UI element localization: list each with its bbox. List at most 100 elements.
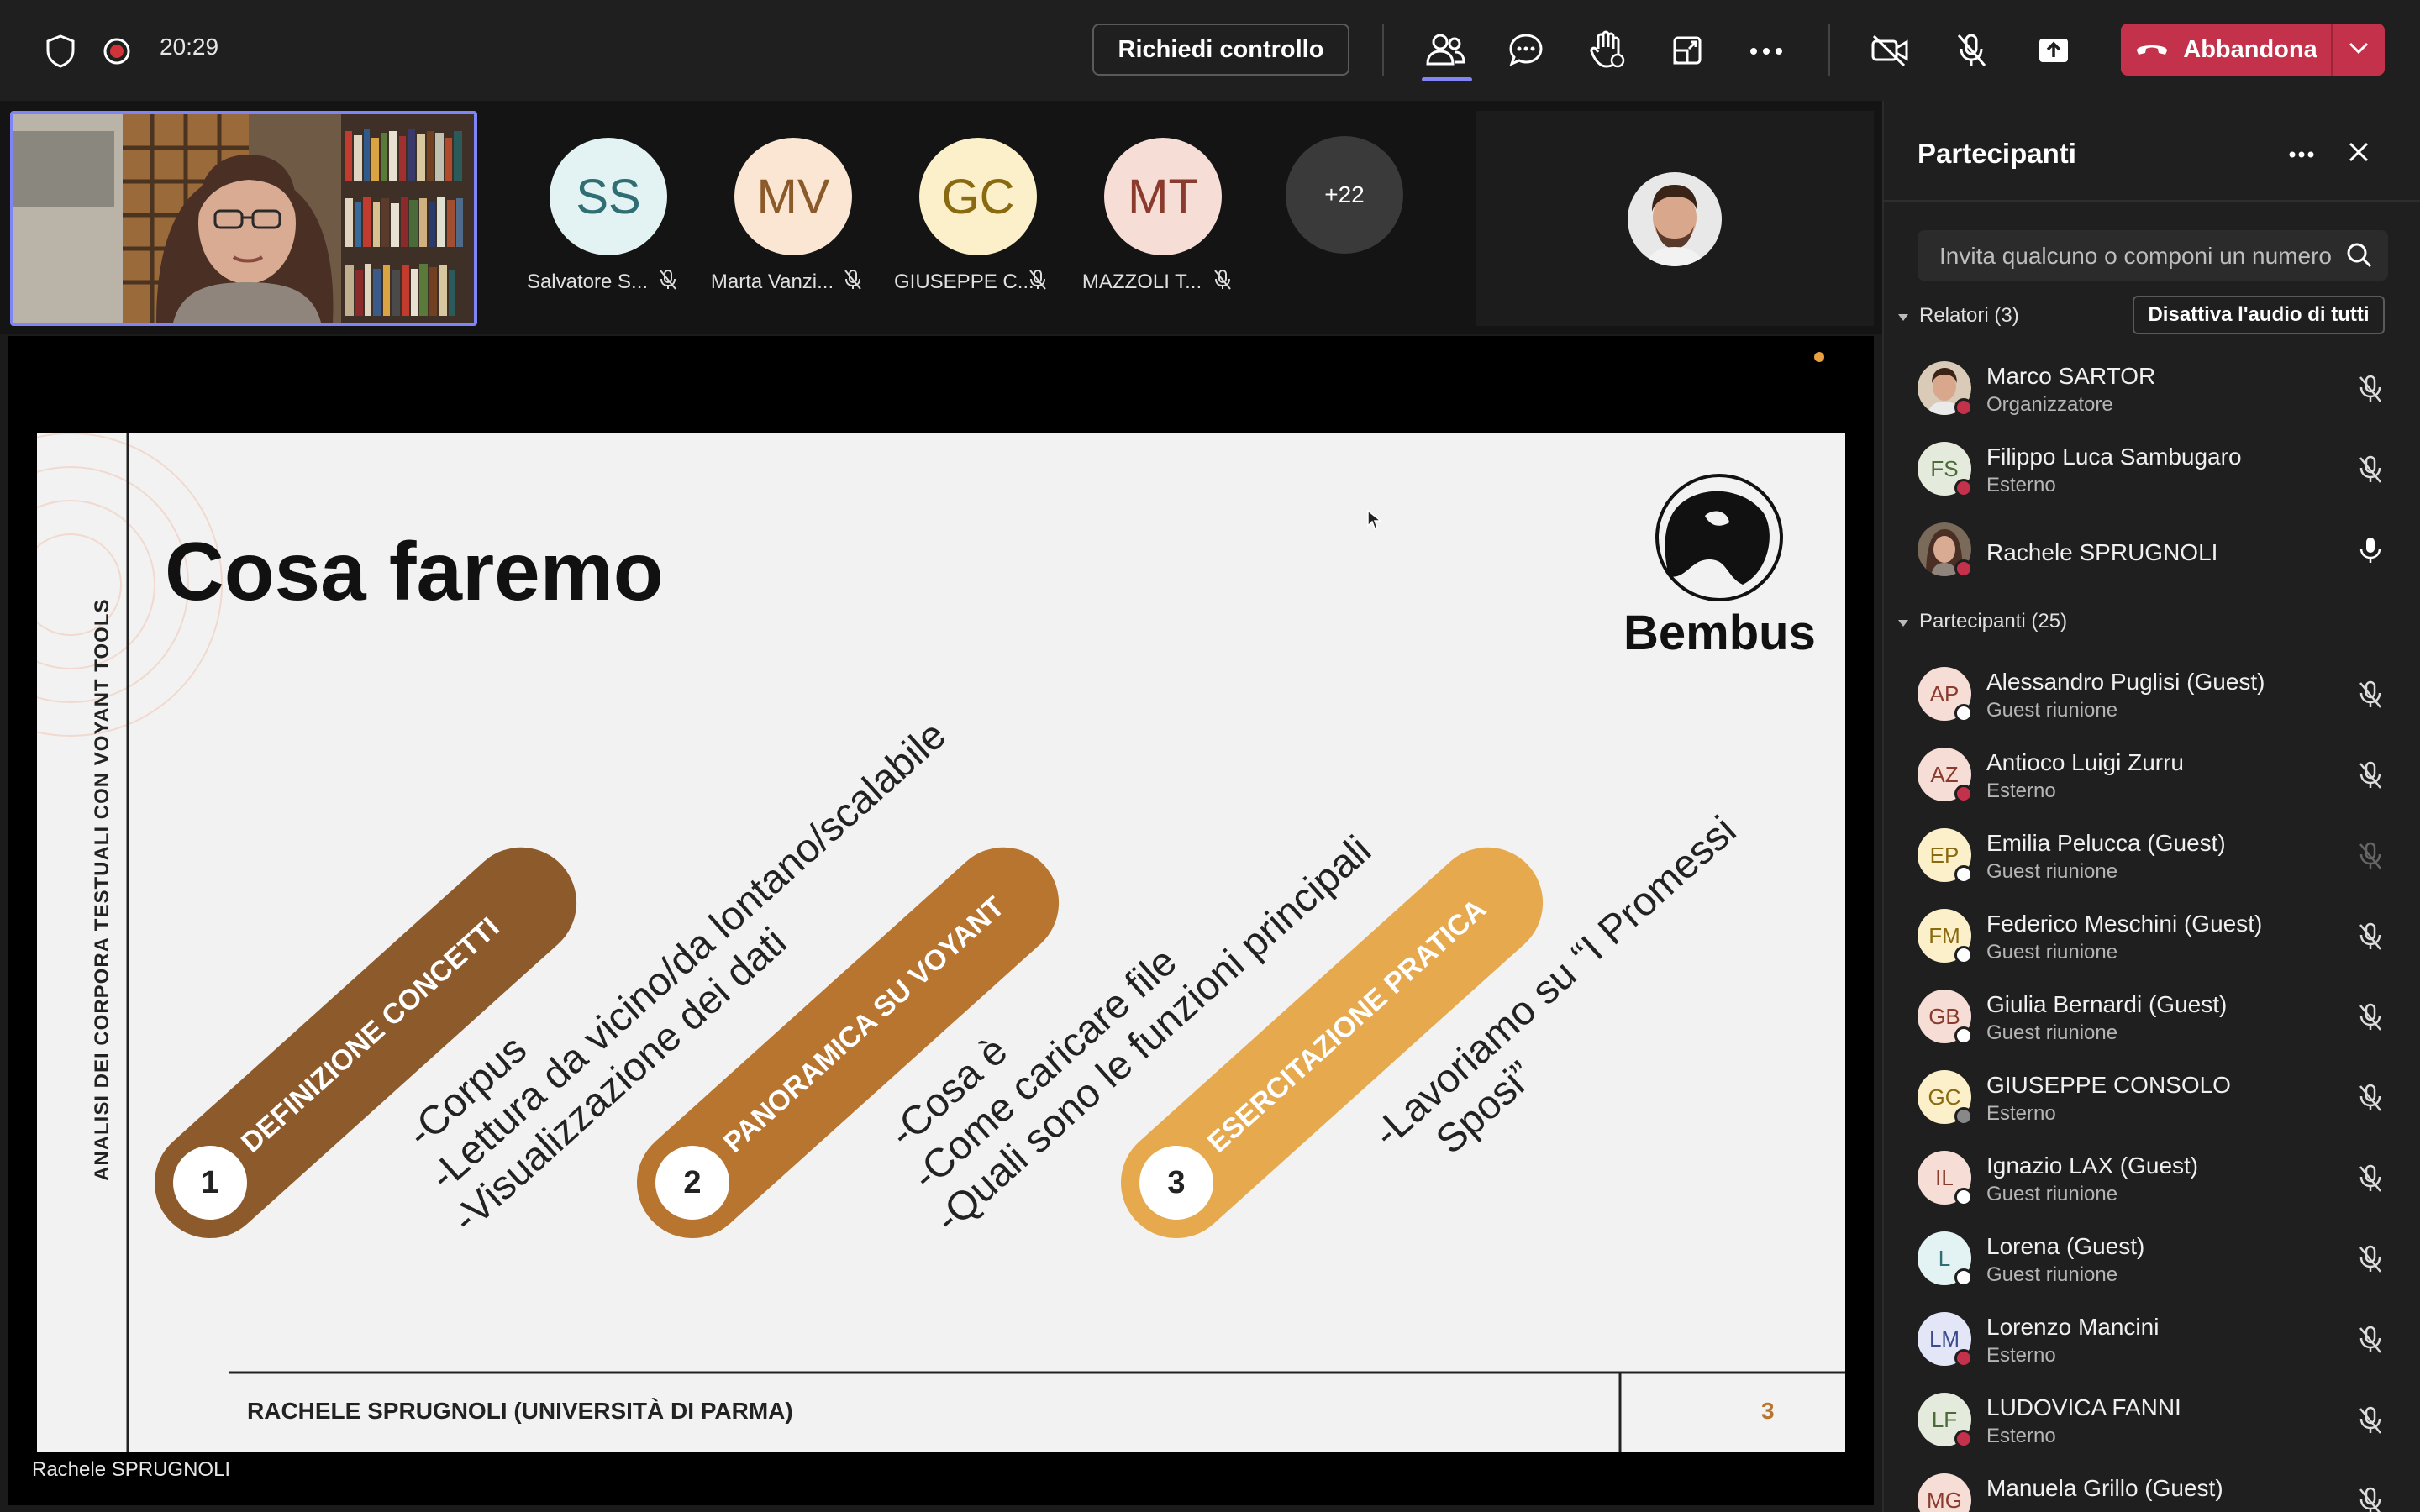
search-icon[interactable] [2346,242,2373,273]
mic-muted-icon [2358,1406,2383,1439]
participant-row[interactable]: MG Manuela Grillo (Guest) [1918,1463,2388,1512]
more-icon[interactable] [1749,45,1783,60]
invite-input[interactable] [1938,239,2336,274]
record-icon [103,37,131,70]
self-video-tile[interactable] [1476,111,1874,326]
pill-number: 1 [173,1146,247,1220]
slide-logo-text: Bembus [1623,606,1816,660]
speaker-row[interactable]: Rachele SPRUGNOLI [1918,512,2388,593]
participant-role: Guest riunione [1986,1263,2118,1286]
meeting-toolbar: 20:29 Richiedi controllo Abbandona [0,0,2420,101]
participant-name: Marta Vanzi... [710,270,834,293]
panel-more-icon[interactable] [2289,148,2314,163]
participant-row[interactable]: L Lorena (Guest) Guest riunione [1918,1221,2388,1302]
invite-search-field[interactable] [1918,230,2388,281]
participant-avatar: MT [1104,138,1222,255]
speaker-row[interactable]: FS Filippo Luca Sambugaro Esterno [1918,432,2388,512]
participant-row[interactable]: GC GIUSEPPE CONSOLO Esterno [1918,1060,2388,1141]
participant-name: Salvatore S... [526,270,649,293]
participant-role: Esterno [1986,474,2056,496]
mic-muted-icon [1213,269,1232,295]
participant-row[interactable]: LF LUDOVICA FANNI Esterno [1918,1383,2388,1463]
mic-muted-icon [2358,1245,2383,1278]
avatar: MG [1918,1473,1971,1512]
presentation-slide: ANALISI DEI CORPORA TESTUALI CON VOYANT … [37,433,1845,1452]
status-indicator [1954,1026,1973,1045]
active-tab-indicator [1422,77,1472,81]
participant-name: MAZZOLI T... [1081,270,1202,293]
participant-role: Guest riunione [1986,699,2118,722]
speakers-section-label: Relatori (3) [1919,304,2019,327]
caret-down-icon [1897,610,1909,633]
participant-tile[interactable]: MT MAZZOLI T... [1079,138,1247,293]
slide-side-label: ANALISI DEI CORPORA TESTUALI CON VOYANT … [91,598,113,1182]
participant-name: Ignazio LAX (Guest) [1986,1152,2199,1179]
recording-dot-icon [1813,351,1825,367]
participant-role: Esterno [1986,1102,2056,1125]
leave-options-button[interactable] [2333,24,2385,76]
participant-role: Guest riunione [1986,1021,2118,1044]
participant-avatar: MV [734,138,852,255]
status-indicator [1954,1430,1973,1448]
participant-row[interactable]: IL Ignazio LAX (Guest) Guest riunione [1918,1141,2388,1221]
mic-off-icon[interactable] [1954,32,1988,73]
participant-name: Antioco Luigi Zurru [1986,749,2185,775]
participant-name: Lorena (Guest) [1986,1233,2145,1259]
leave-label: Abbandona [2183,35,2317,63]
mic-muted-icon [844,269,862,295]
participant-row[interactable]: LM Lorenzo Mancini Esterno [1918,1302,2388,1383]
participant-row[interactable]: AP Alessandro Puglisi (Guest) Guest riun… [1918,657,2388,738]
speaker-row[interactable]: Marco SARTOR Organizzatore [1918,351,2388,432]
participant-name: Marco SARTOR [1986,363,2156,389]
share-tray-icon[interactable] [1670,34,1704,71]
participant-name: Giulia Bernardi (Guest) [1986,991,2228,1017]
mic-muted-icon [2358,375,2383,407]
mic-unavailable-icon [2358,842,2383,874]
participant-role: Esterno [1986,780,2056,802]
mic-muted-icon [2358,455,2383,488]
chat-icon[interactable] [1507,32,1544,73]
speakers-section-header[interactable]: Relatori (3) [1897,304,2019,328]
mouse-cursor-icon [1366,509,1383,535]
participant-role: Guest riunione [1986,860,2118,883]
shield-icon [44,34,77,73]
slide-page-number: 3 [1761,1398,1775,1424]
status-indicator [1954,559,1973,578]
participant-tile[interactable]: GC GIUSEPPE C... [894,138,1062,293]
mute-all-button[interactable]: Disattiva l'audio di tutti [2133,296,2385,334]
status-indicator [1954,398,1973,417]
share-icon[interactable] [2037,34,2070,70]
participant-role: Esterno [1986,1344,2056,1367]
mic-muted-icon [2358,1003,2383,1036]
participant-tile[interactable]: MV Marta Vanzi... [709,138,877,293]
people-icon[interactable] [1425,32,1465,73]
status-indicator [1954,1188,1973,1206]
request-control-button[interactable]: Richiedi controllo [1092,24,1349,76]
close-icon[interactable] [2348,141,2370,167]
active-speaker-video[interactable] [10,111,477,326]
participant-row[interactable]: GB Giulia Bernardi (Guest) Guest riunion… [1918,979,2388,1060]
status-indicator [1954,1268,1973,1287]
camera-off-icon[interactable] [1870,34,1909,71]
status-indicator [1954,865,1973,884]
status-indicator [1954,785,1973,803]
mic-muted-icon [2358,1084,2383,1116]
more-participants-button[interactable]: +22 [1286,136,1403,254]
participant-name: Filippo Luca Sambugaro [1986,444,2242,470]
participant-name: Lorenzo Mancini [1986,1314,2160,1340]
panel-divider [1882,200,2420,202]
panel-title: Partecipanti [1918,138,2076,169]
participant-avatar: GC [919,138,1037,255]
participant-row[interactable]: EP Emilia Pelucca (Guest) Guest riunione [1918,818,2388,899]
participants-section-header[interactable]: Partecipanti (25) [1897,610,2067,633]
participant-name: Alessandro Puglisi (Guest) [1986,669,2265,695]
raise-hand-icon[interactable] [1588,30,1625,73]
pill-number: 2 [655,1146,729,1220]
participant-name: Manuela Grillo (Guest) [1986,1475,2223,1501]
leave-button[interactable]: Abbandona [2121,24,2331,76]
participant-tile[interactable]: SS Salvatore S... [524,138,692,293]
mic-muted-icon [2358,1164,2383,1197]
mic-on-icon [2358,536,2383,569]
participant-row[interactable]: AZ Antioco Luigi Zurru Esterno [1918,738,2388,818]
participant-row[interactable]: FM Federico Meschini (Guest) Guest riuni… [1918,899,2388,979]
